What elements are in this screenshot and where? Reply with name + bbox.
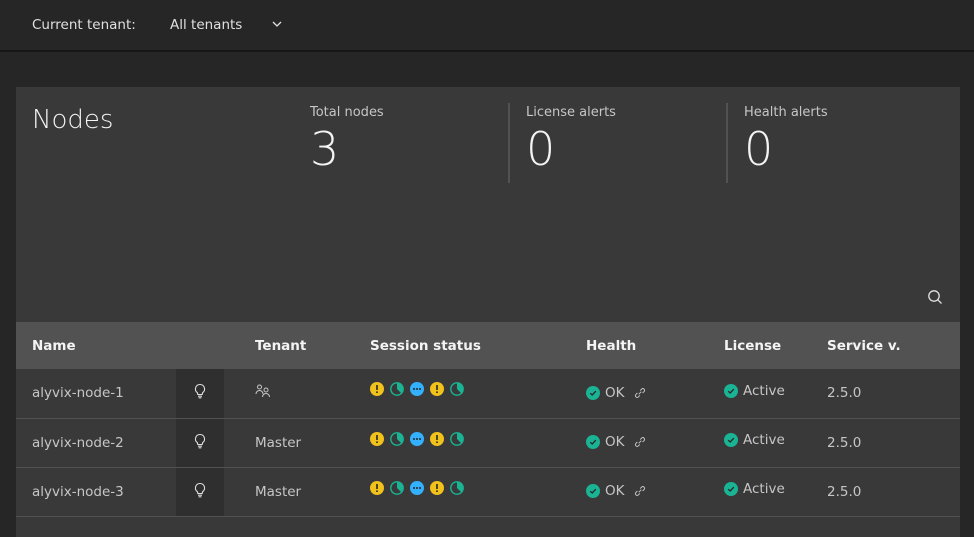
chevron-down-icon (272, 21, 282, 27)
tenant-cell: Master (224, 467, 339, 516)
session-status-icons (370, 431, 464, 446)
node-name[interactable]: alyvix-node-1 (16, 369, 176, 418)
health-cell: OK (555, 369, 693, 418)
bulb-cell[interactable] (176, 418, 224, 467)
top-bar: Current tenant: All tenants (0, 0, 974, 52)
kpi-value: 0 (744, 122, 774, 176)
check-circle-icon (586, 484, 600, 498)
tenant-dropdown-value: All tenants (170, 17, 243, 33)
check-circle-icon (586, 385, 600, 400)
column-header-icon (176, 322, 224, 369)
table-row[interactable]: alyvix-node-3 Master OK Active 2.5.0 (16, 467, 960, 516)
license-cell: Active (693, 467, 813, 516)
node-name[interactable]: alyvix-node-2 (16, 418, 176, 467)
tenant-label: Current tenant: (32, 17, 136, 33)
warning-icon (370, 431, 384, 446)
kpi-label: License alerts (526, 105, 616, 120)
health-status: OK (605, 384, 625, 401)
service-version: 2.5.0 (827, 385, 862, 402)
service-version: 2.5.0 (827, 434, 862, 451)
session-status-cell (339, 369, 555, 418)
pending-icon (390, 382, 404, 397)
session-status-icons (370, 382, 464, 397)
page-title: Nodes (32, 105, 114, 135)
pending-icon (450, 480, 464, 495)
warning-icon (430, 480, 444, 495)
tenant-dropdown[interactable]: All tenants (170, 17, 290, 37)
check-circle-icon (586, 435, 600, 449)
check-circle-icon (724, 482, 738, 496)
license-status: Active (743, 481, 785, 497)
service-version: 2.5.0 (827, 483, 862, 500)
lightbulb-icon (194, 384, 206, 399)
health-status: OK (605, 483, 625, 499)
session-status-cell (339, 467, 555, 516)
column-header-tenant[interactable]: Tenant (224, 322, 339, 369)
session-status-icons (370, 480, 464, 495)
warning-icon (370, 480, 384, 495)
pending-icon (450, 431, 464, 446)
in-progress-icon (410, 480, 424, 495)
search-button[interactable] (926, 287, 946, 309)
pending-icon (390, 480, 404, 495)
check-circle-icon (724, 383, 738, 398)
pending-icon (450, 382, 464, 397)
tenant-cell: Master (224, 418, 339, 467)
kpi-value: 0 (526, 122, 556, 176)
link-icon[interactable] (633, 435, 647, 449)
column-header-license[interactable]: License (693, 322, 813, 369)
warning-icon (430, 431, 444, 446)
health-cell: OK (555, 418, 693, 467)
table-row[interactable]: alyvix-node-1 OK Active 2.5.0 (16, 369, 960, 418)
license-cell: Active (693, 418, 813, 467)
column-header-session-status[interactable]: Session status (339, 322, 555, 369)
column-header-health[interactable]: Health (555, 322, 693, 369)
license-cell: Active (693, 369, 813, 418)
table-header-row: Name Tenant Session status Health Licens… (16, 322, 960, 369)
license-status: Active (743, 382, 785, 399)
health-cell: OK (555, 467, 693, 516)
kpi-label: Health alerts (744, 105, 828, 120)
lightbulb-icon (194, 482, 206, 497)
health-status: OK (605, 434, 625, 450)
check-circle-icon (724, 433, 738, 447)
column-header-name[interactable]: Name (16, 322, 176, 369)
nodes-table: Name Tenant Session status Health Licens… (16, 322, 960, 517)
nodes-panel: Nodes Total nodes 3 License alerts 0 Hea… (16, 87, 960, 537)
column-header-service-version[interactable]: Service v. (813, 322, 960, 369)
in-progress-icon (410, 382, 424, 397)
kpi-health-alerts: Health alerts 0 (726, 103, 946, 183)
bulb-cell[interactable] (176, 467, 224, 516)
pending-icon (390, 431, 404, 446)
bulb-cell[interactable] (176, 369, 224, 418)
search-icon (928, 290, 942, 304)
link-icon[interactable] (633, 386, 647, 400)
warning-icon (370, 382, 384, 397)
kpi-value: 3 (310, 122, 340, 176)
link-icon[interactable] (633, 484, 647, 498)
kpi-license-alerts: License alerts 0 (508, 103, 726, 183)
warning-icon (430, 382, 444, 397)
tenant-name: Master (255, 483, 302, 500)
users-icon (255, 384, 270, 398)
tenant-cell (224, 369, 339, 418)
kpi-total-nodes: Total nodes 3 (310, 103, 510, 183)
node-name[interactable]: alyvix-node-3 (16, 467, 176, 516)
table-row[interactable]: alyvix-node-2 Master OK Active 2.5.0 (16, 418, 960, 467)
session-status-cell (339, 418, 555, 467)
in-progress-icon (410, 431, 424, 446)
kpi-label: Total nodes (310, 105, 384, 120)
tenant-name: Master (255, 434, 302, 451)
license-status: Active (743, 432, 785, 448)
lightbulb-icon (194, 433, 206, 448)
